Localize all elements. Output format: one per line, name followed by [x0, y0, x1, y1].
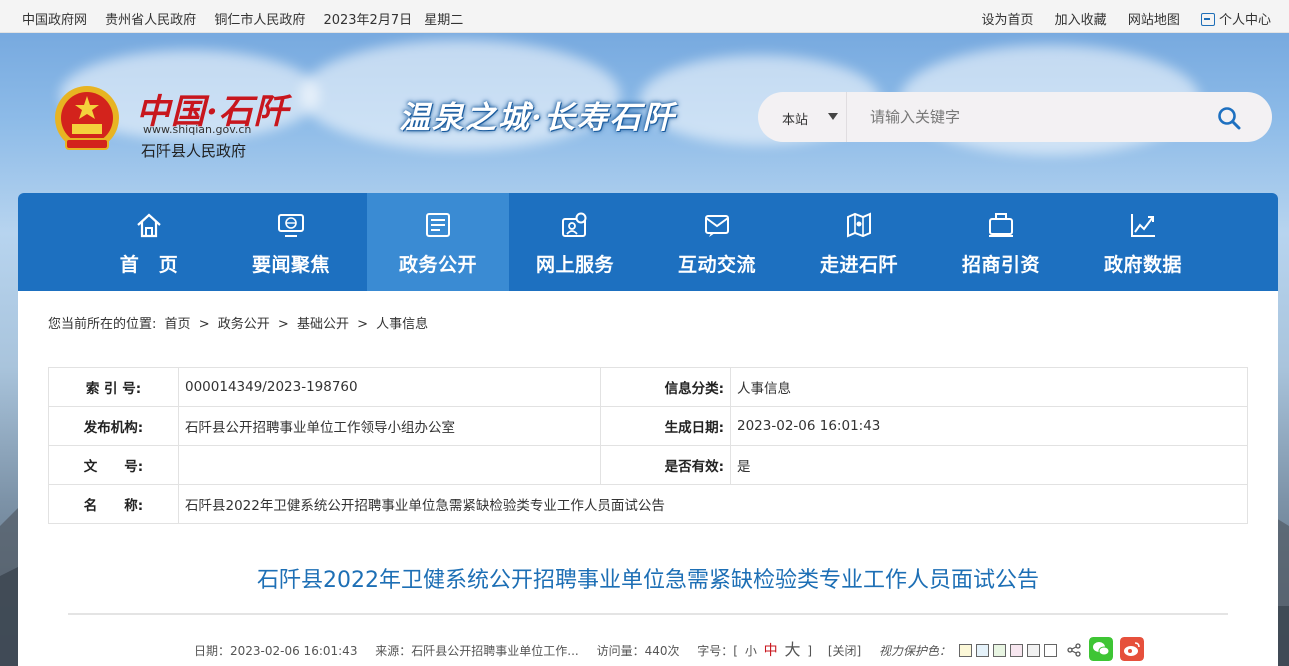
- name-value: 石阡县2022年卫健系统公开招聘事业单位急需紧缺检验类专业工作人员面试公告: [178, 484, 1248, 524]
- article-views: 访问量：440次: [596, 644, 680, 658]
- divider: [68, 613, 1228, 615]
- service-person-icon: [562, 212, 587, 237]
- add-favorite-link[interactable]: 加入收藏: [1055, 13, 1107, 28]
- search-icon[interactable]: [1216, 105, 1242, 131]
- link-guizhou[interactable]: 贵州省人民政府: [105, 13, 196, 28]
- article-title: 石阡县2022年卫健系统公开招聘事业单位急需紧缺检验类专业工作人员面试公告: [257, 568, 1039, 593]
- mail-icon: [705, 215, 729, 237]
- breadcrumb-personnel-info[interactable]: 人事信息: [376, 317, 428, 332]
- date-label: 生成日期:: [600, 406, 731, 446]
- eye-protect-label: 视力保护色：: [879, 644, 952, 658]
- breadcrumb-prefix: 您当前所在的位置:: [48, 317, 157, 332]
- article-info-bar: 日期：2023-02-06 16:01:43 来源：石阡县公开招聘事业单位工作.…: [194, 631, 1145, 661]
- article-date: 日期：2023-02-06 16:01:43: [194, 644, 358, 658]
- breadcrumb-basic-disclosure[interactable]: 基础公开: [297, 317, 349, 332]
- globe-screen-icon: [278, 214, 304, 237]
- wechat-icon[interactable]: [1088, 637, 1113, 661]
- breadcrumb-gov-affairs[interactable]: 政务公开: [218, 317, 270, 332]
- font-size-control: 字号：[ 小 中 大 ]: [697, 640, 813, 659]
- article-source: 来源：石阡县公开招聘事业单位工作...: [375, 644, 579, 658]
- link-gov-cn[interactable]: 中国政府网: [22, 13, 87, 28]
- chart-icon: [1131, 214, 1155, 237]
- current-date: 2023年2月7日: [323, 13, 413, 28]
- eye-color-swatch[interactable]: [1026, 644, 1040, 657]
- sitemap-link[interactable]: 网站地图: [1128, 13, 1180, 28]
- breadcrumb-separator: >: [277, 317, 289, 332]
- table-row: 文 号: 是否有效: 是: [48, 445, 1248, 485]
- current-weekday: 星期二: [424, 13, 464, 28]
- valid-value: 是: [730, 445, 1248, 485]
- table-row: 名 称: 石阡县2022年卫健系统公开招聘事业单位急需紧缺检验类专业工作人员面试…: [48, 484, 1248, 524]
- site-slogan: 温泉之城·长寿石阡: [399, 100, 676, 136]
- share-icon[interactable]: [1067, 643, 1081, 657]
- link-tongren[interactable]: 铜仁市人民政府: [214, 13, 305, 28]
- home-icon: [137, 213, 161, 238]
- docno-label: 文 号:: [48, 445, 179, 485]
- table-row: 索 引 号: 000014349/2023-198760 信息分类: 人事信息: [48, 367, 1248, 407]
- content-panel: 您当前所在的位置: 首页 > 政务公开 > 基础公开 > 人事信息 索 引 号:…: [18, 291, 1278, 666]
- nav-gov-affairs[interactable]: 政务公开: [367, 193, 509, 291]
- breadcrumb: 您当前所在的位置: 首页 > 政务公开 > 基础公开 > 人事信息: [48, 313, 432, 332]
- document-meta-table: 索 引 号: 000014349/2023-198760 信息分类: 人事信息 …: [48, 367, 1248, 524]
- search-bar: 本站: [758, 92, 1272, 142]
- chevron-down-icon[interactable]: [828, 113, 838, 120]
- valid-label: 是否有效:: [600, 445, 731, 485]
- site-url: www.shiqian.gov.cn: [143, 123, 252, 136]
- eye-color-swatch[interactable]: [1043, 644, 1057, 657]
- eye-color-swatch[interactable]: [958, 644, 972, 657]
- search-divider: [846, 92, 847, 142]
- close-link[interactable]: [关闭]: [828, 644, 861, 658]
- top-bar: 中国政府网 贵州省人民政府 铜仁市人民政府 2023年2月7日 星期二 设为首页…: [0, 0, 1289, 33]
- breadcrumb-home[interactable]: 首页: [165, 317, 191, 332]
- document-list-icon: [426, 213, 450, 237]
- publisher-value: 石阡县公开招聘事业单位工作领导小组办公室: [178, 406, 601, 446]
- category-value: 人事信息: [730, 367, 1248, 407]
- weibo-icon[interactable]: [1120, 637, 1145, 661]
- login-icon: [1200, 13, 1215, 26]
- breadcrumb-separator: >: [357, 317, 368, 332]
- national-emblem-icon: [55, 86, 119, 150]
- set-homepage-link[interactable]: 设为首页: [982, 13, 1034, 28]
- index-value: 000014349/2023-198760: [178, 367, 601, 407]
- briefcase-icon: [989, 213, 1013, 237]
- eye-color-swatch[interactable]: [975, 644, 989, 657]
- nav-online-service[interactable]: 网上服务: [504, 193, 646, 291]
- eye-color-swatch[interactable]: [1009, 644, 1023, 657]
- search-input[interactable]: [870, 106, 1190, 128]
- font-small-button[interactable]: 小: [745, 644, 757, 658]
- docno-value: [178, 445, 601, 485]
- name-label: 名 称:: [48, 484, 179, 524]
- font-large-button[interactable]: 大: [784, 640, 800, 659]
- publisher-label: 发布机构:: [48, 406, 179, 446]
- index-label: 索 引 号:: [48, 367, 179, 407]
- personal-center-link[interactable]: 个人中心: [1200, 13, 1271, 28]
- nav-home[interactable]: 首 页: [78, 193, 220, 291]
- nav-gov-data[interactable]: 政府数据: [1072, 193, 1214, 291]
- map-icon: [847, 212, 871, 238]
- nav-interaction[interactable]: 互动交流: [646, 193, 788, 291]
- eye-color-swatch[interactable]: [992, 644, 1006, 657]
- main-nav: 首 页 要闻聚焦 政务公开 网上服务 互动交流 走进石阡 招商引资 政府数据: [18, 193, 1278, 291]
- breadcrumb-separator: >: [198, 317, 210, 332]
- category-label: 信息分类:: [600, 367, 731, 407]
- nav-investment[interactable]: 招商引资: [930, 193, 1072, 291]
- font-medium-button[interactable]: 中: [764, 643, 778, 659]
- search-scope-select[interactable]: 本站: [782, 109, 808, 128]
- nav-news[interactable]: 要闻聚焦: [220, 193, 362, 291]
- table-row: 发布机构: 石阡县公开招聘事业单位工作领导小组办公室 生成日期: 2023-02…: [48, 406, 1248, 446]
- top-right-links: 设为首页 加入收藏 网站地图 个人中心: [965, 9, 1271, 28]
- site-org-name: 石阡县人民政府: [141, 142, 247, 160]
- nav-about-shiqian[interactable]: 走进石阡: [788, 193, 930, 291]
- top-links: 中国政府网 贵州省人民政府 铜仁市人民政府 2023年2月7日 星期二: [22, 9, 477, 28]
- date-value: 2023-02-06 16:01:43: [730, 406, 1248, 446]
